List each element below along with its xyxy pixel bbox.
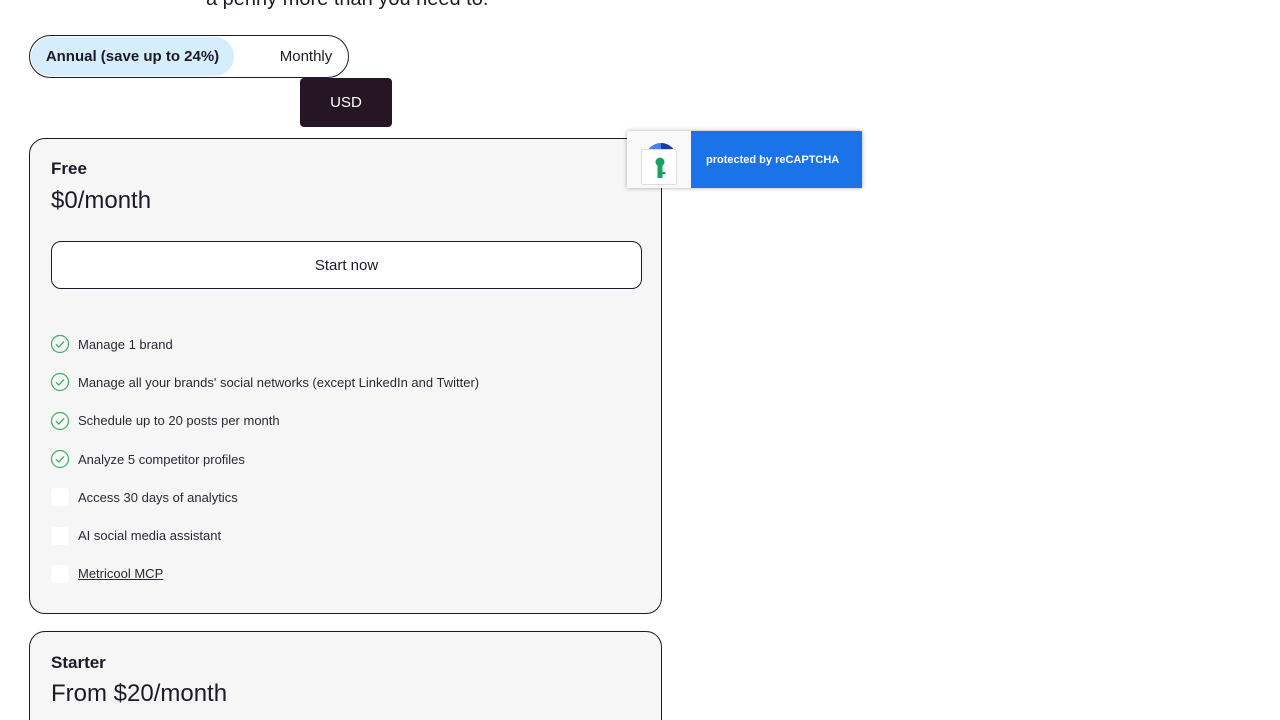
plan-name: Free <box>51 159 87 178</box>
currency-selector-button[interactable]: USD <box>300 78 392 127</box>
page-heading-fragment: a penny more than you need to. <box>206 0 488 11</box>
recaptcha-label: protected by reCAPTCHA <box>691 131 862 188</box>
feature-text: Access 30 days of analytics <box>78 489 238 505</box>
plan-price: $0/month <box>51 187 152 214</box>
check-circle-icon <box>50 373 70 392</box>
check-circle-icon <box>50 449 70 469</box>
feature-text: Schedule up to 20 posts per month <box>78 413 280 429</box>
check-circle-icon <box>50 411 70 430</box>
empty-box-icon <box>51 564 69 583</box>
feature-item-included: Analyze 5 competitor profiles <box>50 440 479 478</box>
empty-box-icon <box>51 488 69 507</box>
feature-list: Manage 1 brand Manage all your brands' s… <box>50 325 479 593</box>
plan-price: From $20/month <box>51 680 228 707</box>
metricool-mcp-link[interactable]: Metricool MCP <box>78 566 163 581</box>
feature-text: Analyze 5 competitor profiles <box>78 451 245 467</box>
key-icon <box>655 157 666 178</box>
feature-item-excluded: Access 30 days of analytics <box>50 478 479 516</box>
recaptcha-badge[interactable]: protected by reCAPTCHA <box>627 131 862 188</box>
plan-card-starter: Starter From $20/month <box>29 631 662 720</box>
feature-text: AI social media assistant <box>78 528 222 544</box>
feature-text: Manage all your brands' social networks … <box>78 374 480 390</box>
feature-item-excluded: Metricool MCP <box>50 555 479 593</box>
feature-item-included: Schedule up to 20 posts per month <box>50 402 479 440</box>
empty-box-icon <box>51 526 69 545</box>
plan-card-free: Free $0/month Start now Manage 1 brand M… <box>29 138 662 614</box>
feature-item-included: Manage all your brands' social networks … <box>50 363 479 401</box>
start-now-button[interactable]: Start now <box>51 241 642 289</box>
feature-text: Manage 1 brand <box>78 336 173 352</box>
toggle-monthly-option[interactable]: Monthly <box>262 37 350 76</box>
toggle-annual-option[interactable]: Annual (save up to 24%) <box>31 37 234 76</box>
feature-item-included: Manage 1 brand <box>50 325 479 363</box>
feature-item-excluded: AI social media assistant <box>50 516 479 554</box>
billing-period-toggle[interactable]: Annual (save up to 24%) Monthly <box>29 35 349 78</box>
check-circle-icon <box>50 335 70 354</box>
recaptcha-key-box <box>641 149 677 185</box>
plan-name: Starter <box>51 653 106 672</box>
